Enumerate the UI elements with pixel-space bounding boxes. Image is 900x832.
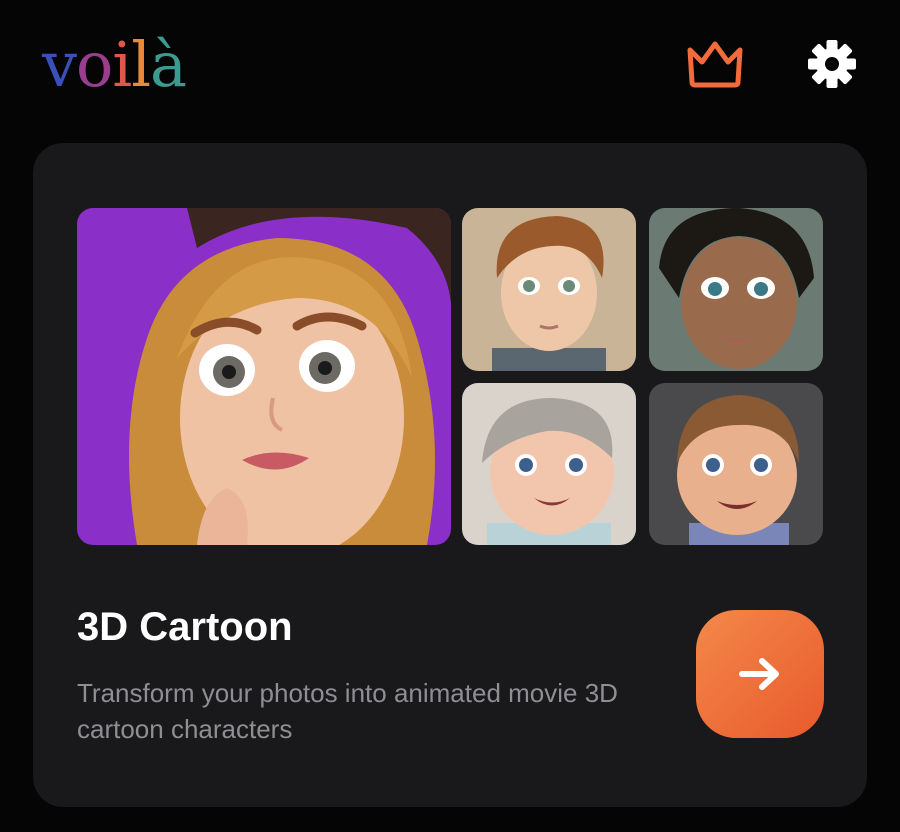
logo-letter-o: o (76, 28, 113, 101)
app-logo: voilà (42, 28, 187, 101)
crown-icon (687, 41, 743, 88)
logo-letter-l: l (131, 28, 151, 101)
feature-card-3d-cartoon[interactable]: 3D Cartoon Transform your photos into an… (33, 143, 867, 807)
settings-button[interactable] (806, 38, 858, 90)
home-screen: voilà 3D Cartoon Transform your photos i… (0, 0, 900, 832)
cartoon-boy-image (462, 208, 636, 371)
cartoon-toddler-image (649, 383, 823, 545)
arrow-right-icon (739, 658, 779, 690)
premium-button[interactable] (684, 38, 746, 90)
cartoon-woman-image (77, 208, 451, 545)
preview-image-boy (462, 208, 636, 371)
preview-image-main (77, 208, 451, 545)
preview-image-toddler (649, 383, 823, 545)
logo-letter-v: v (42, 28, 77, 101)
gear-icon (808, 40, 856, 88)
preview-image-girl (649, 208, 823, 371)
preview-image-baby (462, 383, 636, 545)
logo-letter-a: à (150, 28, 187, 101)
cartoon-girl-image (649, 208, 823, 371)
cartoon-baby-image (462, 383, 636, 545)
logo-letter-i: i (112, 28, 132, 101)
feature-title: 3D Cartoon (77, 605, 293, 649)
open-feature-button[interactable] (696, 610, 824, 738)
feature-description: Transform your photos into animated movi… (77, 678, 618, 744)
